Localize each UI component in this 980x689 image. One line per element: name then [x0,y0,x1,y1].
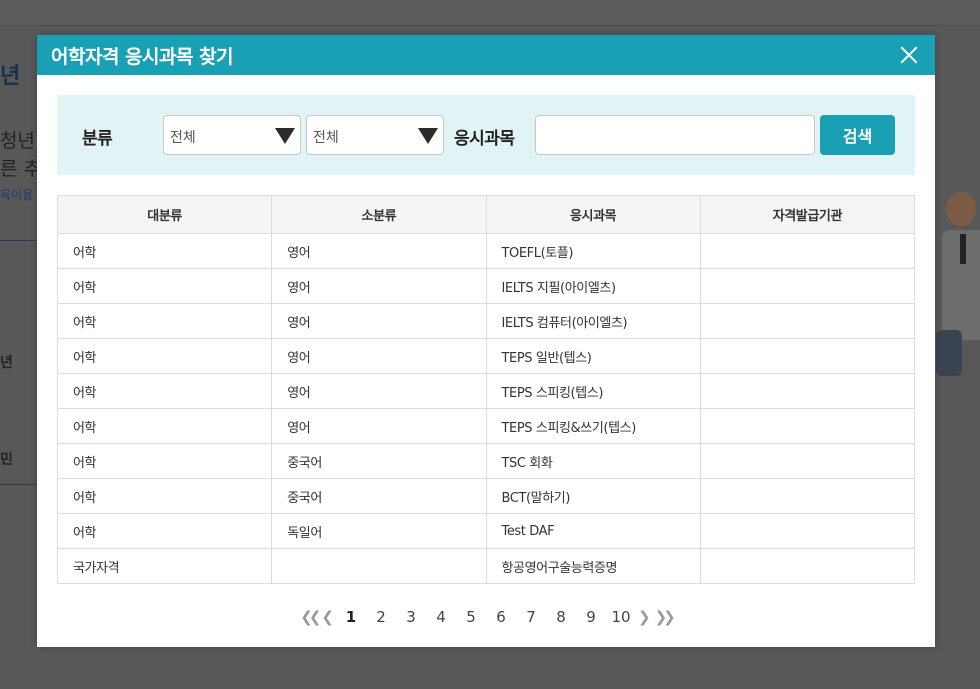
category-label: 분류 [82,129,113,149]
dropdown-arrow-icon [275,128,295,144]
cell-minor: 영어 [271,373,487,409]
cell-minor [271,548,487,584]
cell-major: 어학 [56,268,273,304]
table-row[interactable]: 국가자격 항공영어구술능력증명 [56,548,916,584]
table-row[interactable]: 어학 독일어 Test DAF [56,513,916,549]
cell-subject[interactable]: TEPS 스피킹(텝스) [485,373,701,409]
cell-minor: 중국어 [271,478,487,514]
cell-minor: 영어 [271,303,487,339]
search-button[interactable]: 검색 [820,115,895,155]
page-link[interactable]: 4 [426,608,456,626]
table-row[interactable]: 어학 영어 TOEFL(토플) [56,233,916,269]
table-row[interactable]: 어학 영어 TEPS 스피킹&쓰기(텝스) [56,408,916,444]
minor-category-value: 전체 [313,130,339,146]
page-link[interactable]: 5 [456,608,486,626]
major-category-select[interactable]: 전체 [163,115,301,155]
background-topbar [0,0,980,26]
column-header-issuer: 자격발급기관 [699,195,916,234]
cell-subject[interactable]: TEPS 일반(텝스) [485,338,701,374]
cell-issuer [699,303,916,339]
cell-major: 국가자격 [56,548,273,584]
cell-minor: 영어 [271,233,487,269]
cell-issuer [699,548,916,584]
table-row[interactable]: 어학 중국어 BCT(말하기) [56,478,916,514]
table-row[interactable]: 어학 영어 IELTS 지필(아이엘츠) [56,268,916,304]
cell-major: 어학 [56,513,273,549]
table-row[interactable]: 어학 영어 IELTS 컴퓨터(아이엘츠) [56,303,916,339]
cell-issuer [699,478,916,514]
cell-major: 어학 [56,478,273,514]
page-link[interactable]: 3 [396,608,426,626]
column-header-minor: 소분류 [271,195,487,234]
cell-subject[interactable]: BCT(말하기) [485,478,701,514]
background-divider [0,484,36,485]
search-bar: 분류 전체 전체 응시과목 검색 [57,95,915,175]
column-header-subject: 응시과목 [485,195,701,234]
close-icon[interactable] [897,43,921,67]
cell-issuer [699,373,916,409]
table-row[interactable]: 어학 영어 TEPS 일반(텝스) [56,338,916,374]
cell-minor: 중국어 [271,443,487,479]
cell-issuer [699,443,916,479]
cell-issuer [699,233,916,269]
prev-page-icon[interactable]: ❮ [319,608,336,626]
background-text: 민 [0,452,13,468]
background-illustration [936,150,980,390]
cell-minor: 영어 [271,408,487,444]
background-text: 년 [0,64,21,89]
page-link[interactable]: 2 [366,608,396,626]
cell-subject[interactable]: TSC 회화 [485,443,701,479]
column-header-major: 대분류 [56,195,273,234]
cell-major: 어학 [56,443,273,479]
modal-header: 어학자격 응시과목 찾기 [37,35,935,75]
background-divider [0,240,36,241]
cell-issuer [699,338,916,374]
page-link[interactable]: 8 [546,608,576,626]
page-link[interactable]: 7 [516,608,546,626]
last-page-icon[interactable]: ❯❯ [653,608,676,626]
cell-issuer [699,513,916,549]
illustration-leg [936,330,962,376]
cell-subject[interactable]: IELTS 컴퓨터(아이엘츠) [485,303,701,339]
background-text: 른 추 [0,158,41,180]
page-link[interactable]: 6 [486,608,516,626]
background-text: 청년 [0,130,35,152]
cell-major: 어학 [56,408,273,444]
cell-minor: 독일어 [271,513,487,549]
subject-label: 응시과목 [454,129,515,149]
cell-subject[interactable]: IELTS 지필(아이엘츠) [485,268,701,304]
subject-results-table: 대분류 소분류 응시과목 자격발급기관 어학 영어 TOEFL(토플) 어학 영… [56,195,916,584]
cell-subject[interactable]: TOEFL(토플) [485,233,701,269]
major-category-value: 전체 [170,130,196,146]
table-row[interactable]: 어학 영어 TEPS 스피킹(텝스) [56,373,916,409]
cell-minor: 영어 [271,268,487,304]
page-link[interactable]: 1 [336,608,366,626]
background-text: 년 [0,355,13,371]
cell-major: 어학 [56,338,273,374]
subject-search-modal: 어학자격 응시과목 찾기 분류 전체 전체 응시과목 검색 대분류 소분류 응시… [37,35,935,647]
cell-major: 어학 [56,373,273,409]
cell-major: 어학 [56,233,273,269]
modal-title: 어학자격 응시과목 찾기 [51,45,234,68]
next-page-icon[interactable]: ❯ [636,608,653,626]
cell-issuer [699,268,916,304]
table-header-row: 대분류 소분류 응시과목 자격발급기관 [56,195,916,234]
cell-minor: 영어 [271,338,487,374]
cell-major: 어학 [56,303,273,339]
first-page-icon[interactable]: ❮❮ [298,608,321,626]
pagination: ❮❮ ❮ 1 2 3 4 5 6 7 8 9 10 ❯ ❯❯ [37,606,935,628]
minor-category-select[interactable]: 전체 [306,115,444,155]
subject-search-input[interactable] [535,115,815,155]
cell-subject[interactable]: TEPS 스피킹&쓰기(텝스) [485,408,701,444]
table-row[interactable]: 어학 중국어 TSC 회화 [56,443,916,479]
illustration-head [946,192,976,226]
background-text: 육이용 [0,188,34,202]
dropdown-arrow-icon [418,128,438,144]
cell-issuer [699,408,916,444]
cell-subject[interactable]: 항공영어구술능력증명 [485,548,701,584]
cell-subject[interactable]: Test DAF [485,513,701,549]
page-link[interactable]: 9 [576,608,606,626]
illustration-tie [960,234,966,264]
page-link[interactable]: 10 [606,608,636,626]
